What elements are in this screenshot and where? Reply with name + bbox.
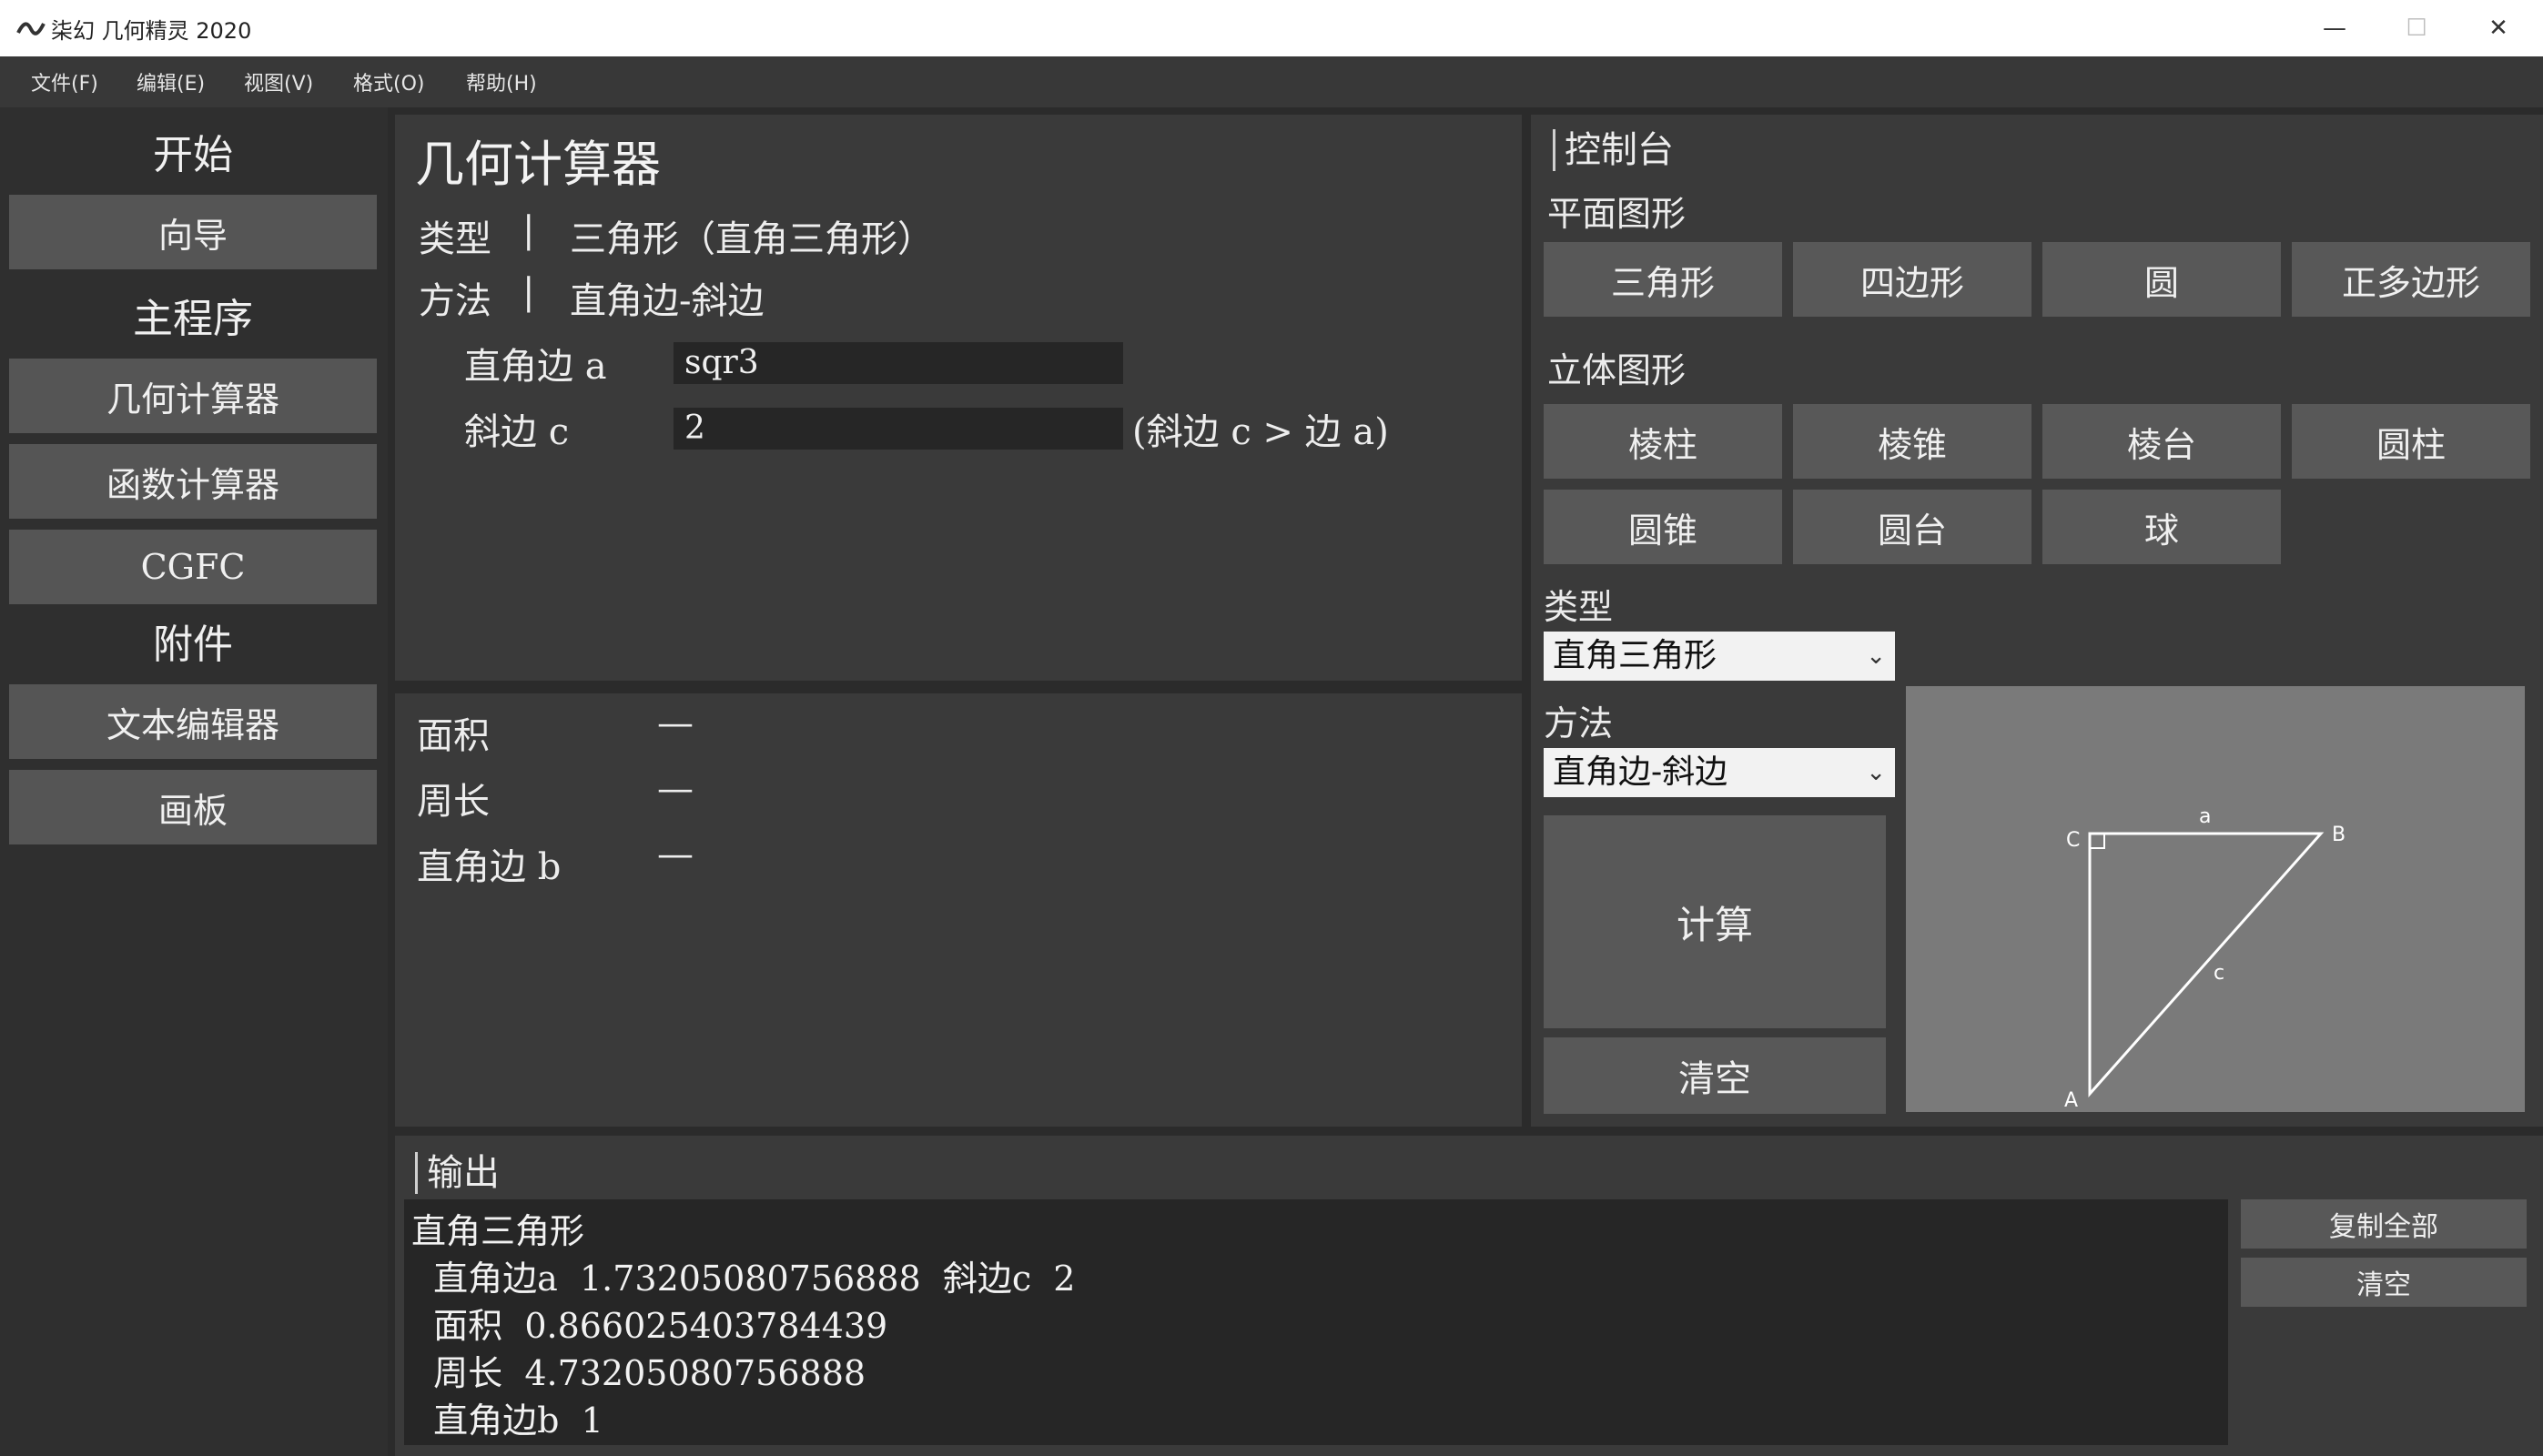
console-panel: 控制台 平面图形 三角形 四边形 圆 正多边形 立体图形 棱柱 棱锥 棱台 圆柱… <box>1531 115 2543 1127</box>
vertex-c-label: C <box>2066 829 2080 852</box>
type-select[interactable]: 直角三角形 ⌄ <box>1544 632 1895 681</box>
sidebar-item-text-editor[interactable]: 文本编辑器 <box>9 684 377 759</box>
solid-sphere-button[interactable]: 球 <box>2042 490 2281 564</box>
shape-triangle-button[interactable]: 三角形 <box>1544 242 1782 317</box>
shape-quadrilateral-button[interactable]: 四边形 <box>1793 242 2031 317</box>
output-line: 直角三角形 <box>411 1211 585 1251</box>
vertex-a-label: A <box>2064 1089 2078 1112</box>
sidebar-item-function-calculator[interactable]: 函数计算器 <box>9 444 377 519</box>
type-separator: | <box>522 209 535 251</box>
minimize-button[interactable]: — <box>2294 0 2376 56</box>
output-title: 输出 <box>415 1152 500 1194</box>
menu-format[interactable]: 格式(O) <box>353 67 424 96</box>
result-leg-b-label: 直角边 b <box>417 846 562 888</box>
side-c-label: c <box>2214 962 2224 985</box>
result-perimeter-label: 周长 <box>417 781 490 823</box>
title-bar: 柒幻 几何精灵 2020 — ☐ ✕ <box>0 0 2543 56</box>
output-line: 直角边b 1 <box>411 1400 603 1441</box>
method-select-value: 直角边-斜边 <box>1553 753 1728 791</box>
method-select-label: 方法 <box>1544 703 1614 743</box>
output-title-row: 输出 <box>415 1143 500 1196</box>
app-logo-icon <box>16 22 46 35</box>
sidebar-item-geometry-calculator[interactable]: 几何计算器 <box>9 359 377 433</box>
output-panel: 输出 直角三角形 直角边a 1.73205080756888 斜边c 2 面积 … <box>395 1136 2543 1456</box>
result-area-value: — <box>657 703 694 744</box>
sidebar-item-canvas[interactable]: 画板 <box>9 770 377 844</box>
calculate-button[interactable]: 计算 <box>1544 815 1886 1028</box>
solid-cone-button[interactable]: 圆锥 <box>1544 490 1782 564</box>
type-value: 三角形（直角三角形） <box>570 218 934 260</box>
output-line: 直角边a 1.73205080756888 斜边c 2 <box>411 1259 1076 1299</box>
menu-file[interactable]: 文件(F) <box>31 67 98 96</box>
console-title: 控制台 <box>1553 129 1674 171</box>
result-perimeter-value: — <box>657 768 694 810</box>
hypotenuse-constraint-note: (斜边 c > 边 a) <box>1132 411 1389 453</box>
close-button[interactable]: ✕ <box>2457 0 2539 56</box>
console-title-row: 控制台 <box>1553 120 1674 173</box>
solid-pyramid-button[interactable]: 棱锥 <box>1793 404 2031 479</box>
clear-inputs-button[interactable]: 清空 <box>1544 1037 1886 1114</box>
sidebar-section-attachments: 附件 <box>153 622 233 668</box>
side-a-label: a <box>2199 805 2211 828</box>
shape-circle-button[interactable]: 圆 <box>2042 242 2281 317</box>
calculator-input-panel: 几何计算器 类型 | 三角形（直角三角形） 方法 | 直角边-斜边 直角边 a … <box>395 115 1522 681</box>
vertex-b-label: B <box>2332 824 2345 846</box>
chevron-down-icon: ⌄ <box>1866 642 1886 670</box>
method-value: 直角边-斜边 <box>570 280 765 322</box>
maximize-button[interactable]: ☐ <box>2376 0 2457 56</box>
solid-truncated-cone-button[interactable]: 圆台 <box>1793 490 2031 564</box>
sidebar-item-cgfc[interactable]: CGFC <box>9 530 377 604</box>
menu-view[interactable]: 视图(V) <box>244 67 313 96</box>
output-line: 面积 0.866025403784439 <box>411 1306 888 1346</box>
menu-edit[interactable]: 编辑(E) <box>137 67 205 96</box>
page-title: 几何计算器 <box>415 136 661 193</box>
leg-a-label: 直角边 a <box>464 346 607 388</box>
method-select[interactable]: 直角边-斜边 ⌄ <box>1544 748 1895 797</box>
leg-a-input[interactable]: sqr3 <box>674 342 1123 384</box>
right-triangle-figure: a B c C A <box>2064 805 2345 1112</box>
solid-shapes-label: 立体图形 <box>1547 350 1687 390</box>
result-leg-b-value: — <box>657 834 694 875</box>
type-select-label: 类型 <box>1544 587 1614 627</box>
clear-output-button[interactable]: 清空 <box>2241 1258 2527 1307</box>
hypotenuse-label: 斜边 c <box>464 411 570 453</box>
plane-shapes-label: 平面图形 <box>1547 194 1687 234</box>
chevron-down-icon: ⌄ <box>1866 759 1886 786</box>
solid-cylinder-button[interactable]: 圆柱 <box>2292 404 2530 479</box>
type-select-value: 直角三角形 <box>1553 637 1717 674</box>
window-title: 柒幻 几何精灵 2020 <box>51 18 252 44</box>
type-label: 类型 <box>419 218 491 260</box>
method-separator: | <box>522 271 535 313</box>
menu-help[interactable]: 帮助(H) <box>466 67 537 96</box>
menu-bar: 文件(F) 编辑(E) 视图(V) 格式(O) 帮助(H) <box>0 56 2543 107</box>
solid-frustum-button[interactable]: 棱台 <box>2042 404 2281 479</box>
hypotenuse-input[interactable]: 2 <box>674 408 1123 450</box>
solid-prism-button[interactable]: 棱柱 <box>1544 404 1782 479</box>
sidebar: 开始 向导 主程序 几何计算器 函数计算器 CGFC 附件 文本编辑器 画板 <box>0 107 388 1456</box>
sidebar-section-main: 主程序 <box>133 296 253 342</box>
sidebar-item-guide[interactable]: 向导 <box>9 195 377 269</box>
shape-regular-polygon-button[interactable]: 正多边形 <box>2292 242 2530 317</box>
output-line: 周长 4.73205080756888 <box>411 1353 866 1393</box>
method-label: 方法 <box>419 280 491 322</box>
output-text-area[interactable]: 直角三角形 直角边a 1.73205080756888 斜边c 2 面积 0.8… <box>404 1199 2228 1445</box>
copy-all-button[interactable]: 复制全部 <box>2241 1199 2527 1249</box>
triangle-diagram: a B c C A <box>1906 686 2525 1112</box>
sidebar-section-start: 开始 <box>153 132 233 178</box>
results-panel: 面积 — 周长 — 直角边 b — <box>395 693 1522 1127</box>
result-area-label: 面积 <box>417 715 490 757</box>
